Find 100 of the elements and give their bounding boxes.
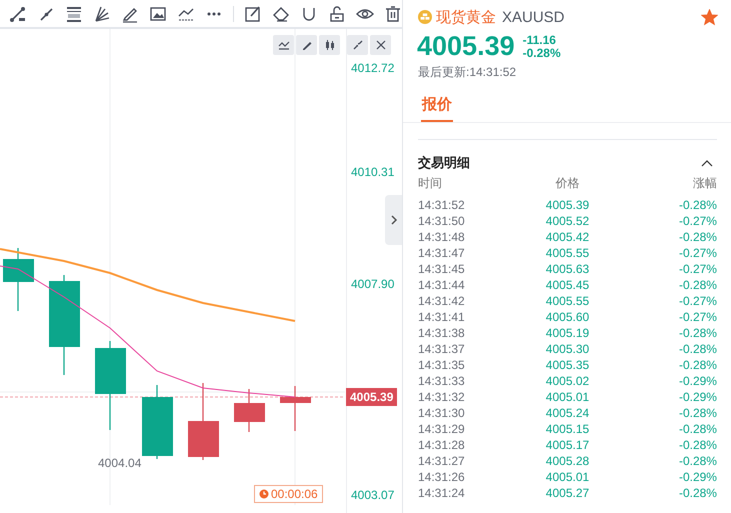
close-icon [374, 39, 386, 51]
price-axis-label: 4003.07 [351, 488, 394, 502]
trade-time: 14:31:42 [418, 293, 466, 309]
trade-time: 14:31:28 [418, 437, 466, 453]
trade-change: -0.27% [678, 261, 717, 277]
draw-button[interactable] [296, 35, 317, 55]
eraser-icon[interactable] [272, 4, 290, 22]
candlestick [234, 389, 265, 432]
line-tool-icon[interactable] [9, 4, 27, 22]
unlock-icon[interactable] [328, 4, 346, 22]
trade-price: 4005.39 [544, 197, 590, 213]
trade-time: 14:31:48 [418, 229, 466, 245]
trade-price: 4005.17 [544, 437, 590, 453]
price-axis-label: 4010.31 [351, 165, 394, 179]
trade-price: 4005.55 [544, 293, 590, 309]
trade-price: 4005.60 [544, 309, 590, 325]
trade-time: 14:31:35 [418, 357, 466, 373]
trade-change: -0.27% [678, 245, 717, 261]
image-icon[interactable] [149, 4, 167, 22]
trade-time: 14:31:33 [418, 373, 466, 389]
fan-tool-icon[interactable] [93, 4, 111, 22]
trade-time: 14:31:32 [418, 389, 466, 405]
trade-time: 14:31:24 [418, 485, 466, 501]
trade-price: 4005.02 [544, 373, 590, 389]
trade-price: 4005.27 [544, 485, 590, 501]
chevron-right-icon [390, 214, 398, 226]
fibonacci-tool-icon[interactable] [65, 4, 83, 22]
trade-price: 4005.45 [544, 277, 590, 293]
trade-price: 4005.63 [544, 261, 590, 277]
trade-change: -0.28% [678, 485, 717, 501]
candle-style-button[interactable] [319, 35, 340, 55]
trade-price: 4005.35 [544, 357, 590, 373]
pencil-icon [300, 39, 312, 51]
collapse-button[interactable] [347, 35, 368, 55]
trade-time: 14:31:52 [418, 197, 466, 213]
trade-change: -0.28% [678, 405, 717, 421]
price-change: -11.16 [522, 34, 557, 46]
trade-time: 14:31:37 [418, 341, 466, 357]
trade-change: -0.28% [678, 197, 717, 213]
trade-price: 4005.42 [544, 229, 590, 245]
trade-change: -0.28% [678, 357, 717, 373]
trade-time: 14:31:26 [418, 469, 466, 485]
trade-price: 4005.01 [544, 389, 590, 405]
trade-change: -0.28% [678, 341, 717, 357]
low-price-label: 4004.04 [98, 456, 142, 470]
trade-time: 14:31:50 [418, 213, 466, 229]
trade-time: 14:31:27 [418, 453, 466, 469]
trade-change: -0.27% [678, 213, 717, 229]
section-title: 交易明细 [418, 154, 470, 172]
collapse-icon [352, 39, 364, 51]
last-update-time: 最后更新:14:31:52 [417, 64, 518, 81]
percent-change: -0.28% [522, 46, 561, 60]
trade-change: -0.29% [678, 373, 717, 389]
indicator-button[interactable] [273, 35, 294, 55]
trash-icon[interactable] [384, 4, 402, 22]
trade-price: 4005.24 [544, 405, 590, 421]
trade-change: -0.29% [678, 469, 717, 485]
clock-icon [259, 489, 269, 499]
candlestick [280, 386, 311, 431]
price-axis-label: 4012.72 [351, 61, 394, 75]
trade-change: -0.28% [678, 325, 717, 341]
timer-text: 00:00:06 [271, 487, 318, 501]
trade-time: 14:31:44 [418, 277, 466, 293]
price-axis-label: 4007.90 [351, 277, 394, 291]
edit-icon[interactable] [244, 4, 262, 22]
trade-change: -0.27% [678, 309, 717, 325]
trade-change: -0.28% [678, 437, 717, 453]
column-header: 价格 [554, 175, 580, 191]
close-button[interactable] [370, 35, 391, 55]
trade-time: 14:31:29 [418, 421, 466, 437]
current-price-label: 4005.39 [346, 388, 398, 406]
caret-icon[interactable] [701, 159, 713, 167]
candlestick [3, 248, 34, 311]
trade-time: 14:31:38 [418, 325, 466, 341]
trade-change: -0.29% [678, 389, 717, 405]
trade-change: -0.28% [678, 453, 717, 469]
trade-price: 4005.19 [544, 325, 590, 341]
trade-time: 14:31:41 [418, 309, 466, 325]
trade-price: 4005.30 [544, 341, 590, 357]
trade-time: 14:31:30 [418, 405, 466, 421]
trade-price: 4005.15 [544, 421, 590, 437]
last-price: 4005.39 [417, 31, 515, 62]
coin-icon [418, 10, 432, 24]
trade-time: 14:31:45 [418, 261, 466, 277]
trade-price: 4005.28 [544, 453, 590, 469]
trade-time: 14:31:47 [418, 245, 466, 261]
candles-icon [324, 39, 336, 51]
trade-change: -0.28% [678, 277, 717, 293]
trade-change: -0.27% [678, 293, 717, 309]
trade-price: 4005.52 [544, 213, 590, 229]
instrument-name: 现货黄金 [436, 8, 496, 26]
column-header: 涨幅 [692, 175, 717, 191]
trade-change: -0.28% [678, 421, 717, 437]
instrument-symbol: XAUUSD [502, 8, 565, 26]
quote-tab[interactable]: 报价 [421, 95, 453, 122]
favorite-star-icon[interactable] [701, 8, 718, 26]
trade-change: -0.28% [678, 229, 717, 245]
trade-price: 4005.55 [544, 245, 590, 261]
column-header: 时间 [418, 175, 443, 191]
indicator-icon [278, 39, 290, 51]
